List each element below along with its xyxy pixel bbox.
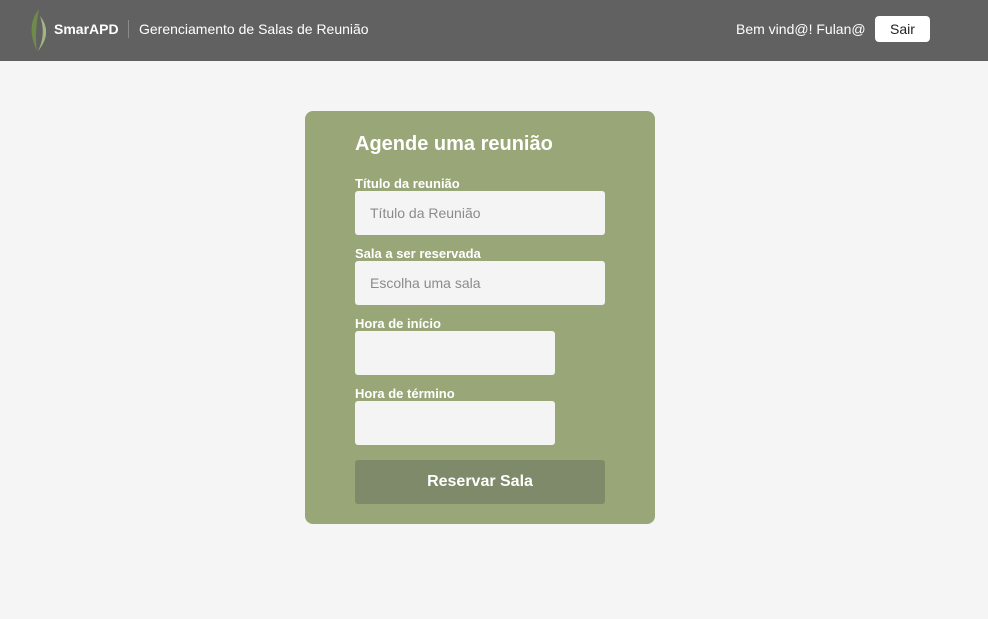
end-time-input[interactable] [355,401,555,445]
room-input[interactable] [355,261,605,305]
room-label: Sala a ser reservada [355,246,481,261]
meeting-title-label: Título da reunião [355,176,460,191]
logout-button[interactable]: Sair [875,16,930,42]
start-time-input[interactable] [355,331,555,375]
form-title: Agende uma reunião [355,133,553,155]
end-time-label: Hora de término [355,386,455,401]
welcome-message: Bem vind@! Fulan@ [736,21,866,37]
meeting-title-input[interactable] [355,191,605,235]
top-navbar: SmarAPD Gerenciamento de Salas de Reuniã… [0,0,988,61]
app-title: Gerenciamento de Salas de Reunião [139,21,369,37]
start-time-label: Hora de início [355,316,441,331]
leaf-logo-icon [31,9,47,51]
brand-name: SmarAPD [54,21,119,37]
meeting-booking-form: Agende uma reunião Título da reunião Sal… [305,111,655,524]
reserve-room-button[interactable]: Reservar Sala [355,460,605,504]
brand-divider [128,20,129,38]
